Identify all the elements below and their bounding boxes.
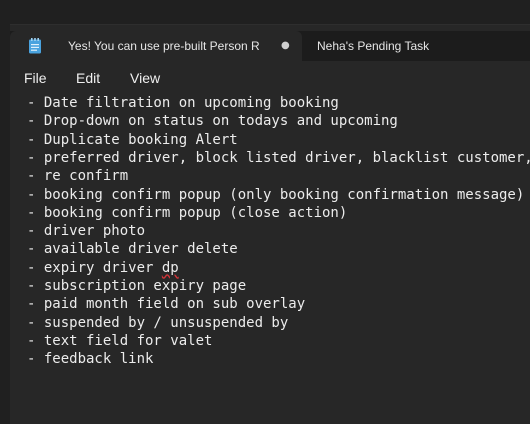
text-line: - Date filtration on upcoming booking — [27, 95, 339, 111]
notepad-icon — [29, 38, 41, 54]
desktop-strip — [0, 0, 530, 24]
menu-edit[interactable]: Edit — [76, 70, 100, 86]
tab-neha-pending-task[interactable]: Neha's Pending Task — [317, 39, 497, 53]
text-line: - Drop-down on status on todays and upco… — [27, 113, 398, 130]
text-line: - paid month field on sub overlay — [27, 296, 306, 313]
text-editor[interactable]: - Date filtration on upcoming booking - … — [10, 95, 530, 424]
tab-active[interactable]: Yes! You can use pre-built Person R ● — [10, 31, 302, 61]
menu-bar: File Edit View — [10, 61, 530, 95]
tab-title: Yes! You can use pre-built Person R — [68, 39, 260, 53]
text-line: - preferred driver, block listed driver,… — [27, 149, 530, 166]
text-line: - driver photo — [27, 223, 146, 240]
text-line: - available driver delete — [27, 241, 238, 258]
menu-file[interactable]: File — [24, 70, 47, 86]
notepad-window: Yes! You can use pre-built Person R ● Ne… — [10, 24, 530, 424]
text-line: - expiry driver dp — [27, 259, 179, 277]
tab-bar: Yes! You can use pre-built Person R ● Ne… — [10, 31, 530, 61]
text-line: - booking confirm popup (close action) — [27, 204, 348, 221]
text-line-prefix: - expiry driver — [27, 259, 162, 276]
misspelled-word[interactable]: dp — [162, 260, 179, 276]
menu-view[interactable]: View — [130, 70, 160, 86]
text-line: - suspended by / unsuspended by — [27, 314, 289, 331]
text-line: - Duplicate booking Alert — [27, 131, 238, 148]
text-line: - re confirm — [27, 168, 129, 185]
text-line: - booking confirm popup (only booking co… — [27, 186, 525, 203]
text-line: - text field for valet — [27, 332, 213, 349]
text-line: - feedback link — [27, 351, 154, 368]
unsaved-dot-icon[interactable]: ● — [281, 40, 290, 51]
text-line: - subscription expiry page — [27, 278, 247, 294]
